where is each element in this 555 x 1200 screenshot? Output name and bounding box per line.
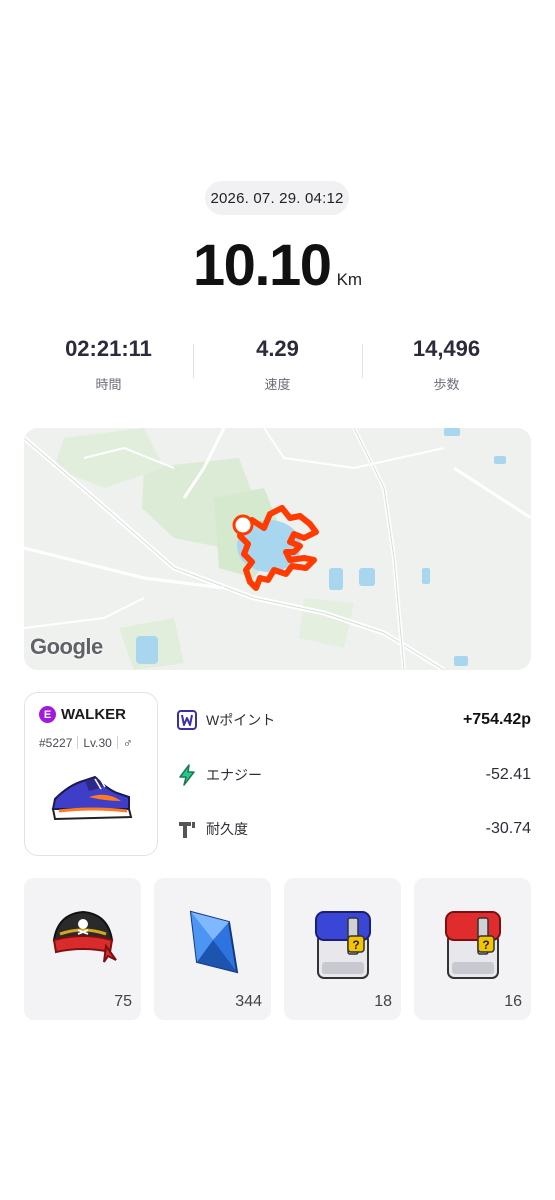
- walker-header: E WALKER: [39, 706, 126, 723]
- w-point-icon: [176, 709, 198, 731]
- reward-w-point-value: +754.42p: [462, 711, 531, 728]
- male-icon: ♂: [122, 735, 133, 750]
- svg-text:?: ?: [482, 938, 489, 952]
- stat-speed: 4.29 速度: [193, 334, 362, 400]
- blue-mystery-box-icon: ?: [284, 906, 401, 982]
- walker-meta-divider: [77, 736, 79, 749]
- pirate-hat-icon: [24, 906, 141, 972]
- stat-speed-label: 速度: [264, 377, 291, 392]
- reward-durability-value: -30.74: [485, 820, 531, 837]
- item-pirate-hat[interactable]: 75: [24, 878, 141, 1020]
- map-attribution: Google: [30, 634, 103, 659]
- stat-time: 02:21:11 時間: [24, 334, 193, 400]
- reward-energy: エナジー -52.41: [176, 759, 531, 791]
- item-red-mystery-box-count: 16: [504, 993, 522, 1010]
- stat-steps-value: 14,496: [412, 336, 481, 361]
- walker-name: WALKER: [61, 706, 126, 723]
- items-row: 75 344 ? 18 ? 16: [24, 878, 531, 1020]
- sneaker-icon: [49, 767, 133, 828]
- reward-energy-value: -52.41: [485, 766, 531, 783]
- distance-display: 10.10 Km: [0, 232, 555, 302]
- activity-date: 2026. 07. 29. 04:12: [205, 181, 349, 215]
- item-blue-crystal-count: 344: [235, 993, 262, 1010]
- reward-durability-label: 耐久度: [206, 821, 248, 837]
- stat-steps: 14,496 歩数: [362, 334, 531, 400]
- svg-text:?: ?: [352, 938, 359, 952]
- stat-time-label: 時間: [95, 377, 122, 392]
- route-map[interactable]: Google: [24, 428, 531, 670]
- walker-level: Lv.30: [83, 735, 112, 750]
- walker-card[interactable]: E WALKER #5227 Lv.30 ♂: [24, 692, 158, 856]
- item-blue-crystal[interactable]: 344: [154, 878, 271, 1020]
- item-red-mystery-box[interactable]: ? 16: [414, 878, 531, 1020]
- reward-w-point-label: Wポイント: [206, 712, 276, 728]
- item-blue-mystery-box-count: 18: [374, 993, 392, 1010]
- distance-unit: Km: [336, 270, 363, 289]
- walker-meta: #5227 Lv.30 ♂: [39, 735, 133, 750]
- item-blue-mystery-box[interactable]: ? 18: [284, 878, 401, 1020]
- stat-speed-value: 4.29: [256, 336, 299, 361]
- reward-durability: 耐久度 -30.74: [176, 813, 531, 845]
- route-start-marker: [232, 514, 254, 536]
- stat-steps-label: 歩数: [433, 377, 460, 392]
- durability-icon: [176, 818, 198, 840]
- reward-energy-label: エナジー: [206, 767, 262, 783]
- distance-value: 10.10: [192, 233, 332, 298]
- stat-time-value: 02:21:11: [65, 336, 152, 361]
- red-mystery-box-icon: ?: [414, 906, 531, 982]
- stats-row: 02:21:11 時間 4.29 速度 14,496 歩数: [24, 334, 531, 400]
- walker-meta-divider: [116, 736, 118, 749]
- item-pirate-hat-count: 75: [114, 993, 132, 1010]
- lightning-icon: [176, 764, 198, 786]
- walker-grade-badge: E: [39, 706, 56, 723]
- walker-id: #5227: [39, 735, 73, 750]
- reward-w-point: Wポイント +754.42p: [176, 704, 531, 736]
- blue-crystal-icon: [154, 906, 271, 976]
